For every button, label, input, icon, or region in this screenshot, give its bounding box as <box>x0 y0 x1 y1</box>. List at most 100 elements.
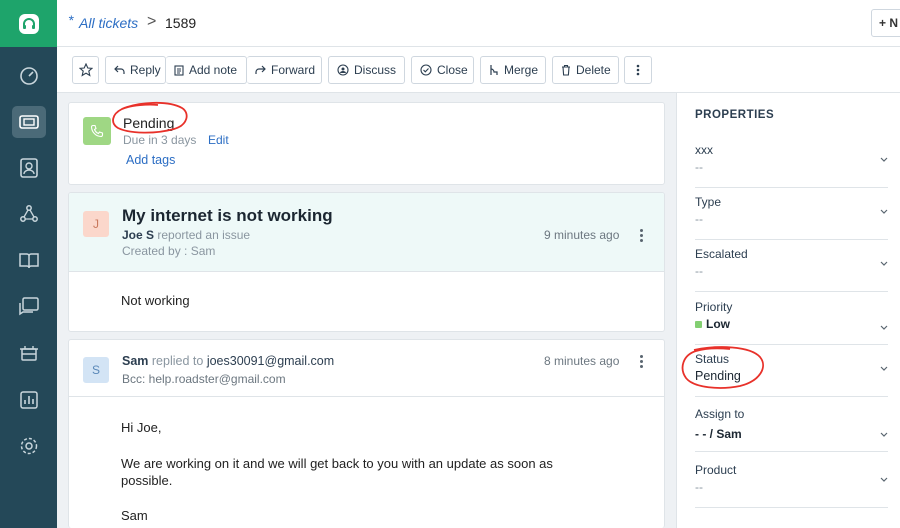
knowledge-base-icon[interactable] <box>0 241 57 281</box>
top-header: * All tickets > 1589 + N <box>57 0 900 47</box>
property-product[interactable]: Product -- <box>695 463 888 508</box>
ticket-status-card: Pending Due in 3 days Edit Add tags <box>68 102 665 185</box>
reply-signature: Sam <box>121 508 148 523</box>
property-escalated[interactable]: Escalated -- <box>695 247 888 292</box>
property-label: Status <box>695 352 730 366</box>
chevron-down-icon <box>880 209 888 214</box>
property-label: Priority <box>695 300 733 314</box>
discuss-label: Discuss <box>354 63 397 77</box>
reply-card: S Sam replied to joes30091@gmail.com Bcc… <box>68 339 665 528</box>
property-label: Type <box>695 195 722 209</box>
settings-icon[interactable] <box>0 426 57 466</box>
chevron-down-icon <box>880 261 888 266</box>
property-xxx[interactable]: xxx -- <box>695 143 888 188</box>
ticket-body: Not working <box>121 293 190 308</box>
property-assign-to[interactable]: Assign to - - / Sam <box>695 407 888 452</box>
property-value: -- <box>695 160 703 174</box>
reports-icon[interactable] <box>0 380 57 420</box>
property-label: Assign to <box>695 407 745 421</box>
check-circle-icon <box>420 64 432 76</box>
star-icon <box>79 63 93 77</box>
reply-greeting: Hi Joe, <box>121 420 162 435</box>
ticket-reporter-line: Joe S reported an issue <box>122 228 250 242</box>
property-value: Pending <box>695 369 741 383</box>
chevron-down-icon <box>880 366 888 371</box>
ticket-description-card: J My internet is not working Joe S repor… <box>68 192 665 332</box>
star-button[interactable] <box>72 56 99 84</box>
requester-name[interactable]: Joe S <box>122 228 154 242</box>
merge-button[interactable]: Merge <box>480 56 546 84</box>
agent-name[interactable]: Sam <box>122 354 148 368</box>
add-note-label: Add note <box>189 63 238 77</box>
left-nav-rail <box>0 0 57 528</box>
note-icon <box>174 64 184 76</box>
reply-to-address: joes30091@gmail.com <box>206 354 335 368</box>
reply-message-line: possible. <box>121 473 173 488</box>
due-date: Due in 3 days <box>123 133 197 147</box>
social-icon[interactable] <box>0 194 57 234</box>
property-priority[interactable]: Priority Low <box>695 300 888 345</box>
forums-icon[interactable] <box>0 287 57 327</box>
freddy-icon[interactable] <box>0 334 57 374</box>
breadcrumb-star: * <box>68 12 74 28</box>
delete-label: Delete <box>576 63 611 77</box>
merge-icon <box>490 65 498 75</box>
trash-icon <box>562 64 570 76</box>
close-button[interactable]: Close <box>411 56 474 84</box>
property-label: Product <box>695 463 737 477</box>
tickets-icon[interactable] <box>0 102 57 142</box>
delete-button[interactable]: Delete <box>552 56 619 84</box>
contacts-icon[interactable] <box>0 148 57 188</box>
edit-due-link[interactable]: Edit <box>208 133 229 147</box>
headset-logo-icon[interactable] <box>0 0 57 47</box>
property-label: xxx <box>695 143 713 157</box>
reply-button[interactable]: Reply <box>105 56 166 84</box>
ticket-header: J My internet is not working Joe S repor… <box>69 193 664 272</box>
dashboard-icon[interactable] <box>0 56 57 96</box>
ticket-subject: My internet is not working <box>122 206 333 225</box>
ticket-timestamp: 9 minutes ago <box>544 228 620 242</box>
new-button[interactable]: + N <box>871 9 900 37</box>
reply-header: S Sam replied to joes30091@gmail.com Bcc… <box>69 340 664 397</box>
reply-message-line: We are working on it and we will get bac… <box>121 456 553 471</box>
reply-menu-kebab-icon[interactable] <box>640 355 644 370</box>
breadcrumb-all-tickets-link[interactable]: All tickets <box>79 15 138 31</box>
add-tags-link[interactable]: Add tags <box>126 153 175 167</box>
more-actions-button[interactable] <box>624 56 652 84</box>
property-value: -- <box>695 264 703 278</box>
property-value: - - / Sam <box>695 427 742 441</box>
property-status[interactable]: Status Pending <box>695 352 888 397</box>
reply-action: replied to <box>151 354 204 368</box>
reply-icon <box>114 65 125 74</box>
discuss-icon <box>337 64 349 76</box>
close-label: Close <box>437 63 468 77</box>
reply-timestamp: 8 minutes ago <box>544 354 620 368</box>
avatar: S <box>83 357 109 383</box>
property-type[interactable]: Type -- <box>695 195 888 240</box>
property-value: -- <box>695 480 703 494</box>
forward-button[interactable]: Forward <box>247 56 322 84</box>
discuss-button[interactable]: Discuss <box>328 56 405 84</box>
merge-label: Merge <box>504 63 539 77</box>
chevron-down-icon <box>880 477 888 482</box>
reply-summary: Sam replied to joes30091@gmail.com <box>122 354 334 368</box>
properties-title: PROPERTIES <box>695 109 775 121</box>
properties-panel: PROPERTIES xxx -- Type -- Escalated -- P… <box>676 93 900 528</box>
priority-value: Low <box>706 317 730 331</box>
reporter-action: reported an issue <box>157 228 251 242</box>
kebab-icon <box>636 64 640 76</box>
ticket-toolbar: Reply Add note Forward Discuss Close Mer… <box>57 47 900 93</box>
ticket-status: Pending <box>123 115 175 131</box>
property-value: -- <box>695 212 703 226</box>
property-value: Low <box>695 317 730 331</box>
property-label: Escalated <box>695 247 748 261</box>
ticket-menu-kebab-icon[interactable] <box>640 229 644 244</box>
chevron-down-icon <box>880 325 888 330</box>
priority-low-swatch <box>695 321 702 328</box>
chevron-down-icon <box>880 157 888 162</box>
created-by: Created by : Sam <box>122 244 216 258</box>
forward-label: Forward <box>271 63 316 77</box>
chevron-down-icon <box>880 432 888 437</box>
add-note-button[interactable]: Add note <box>166 56 247 84</box>
ticket-id: 1589 <box>165 15 197 31</box>
